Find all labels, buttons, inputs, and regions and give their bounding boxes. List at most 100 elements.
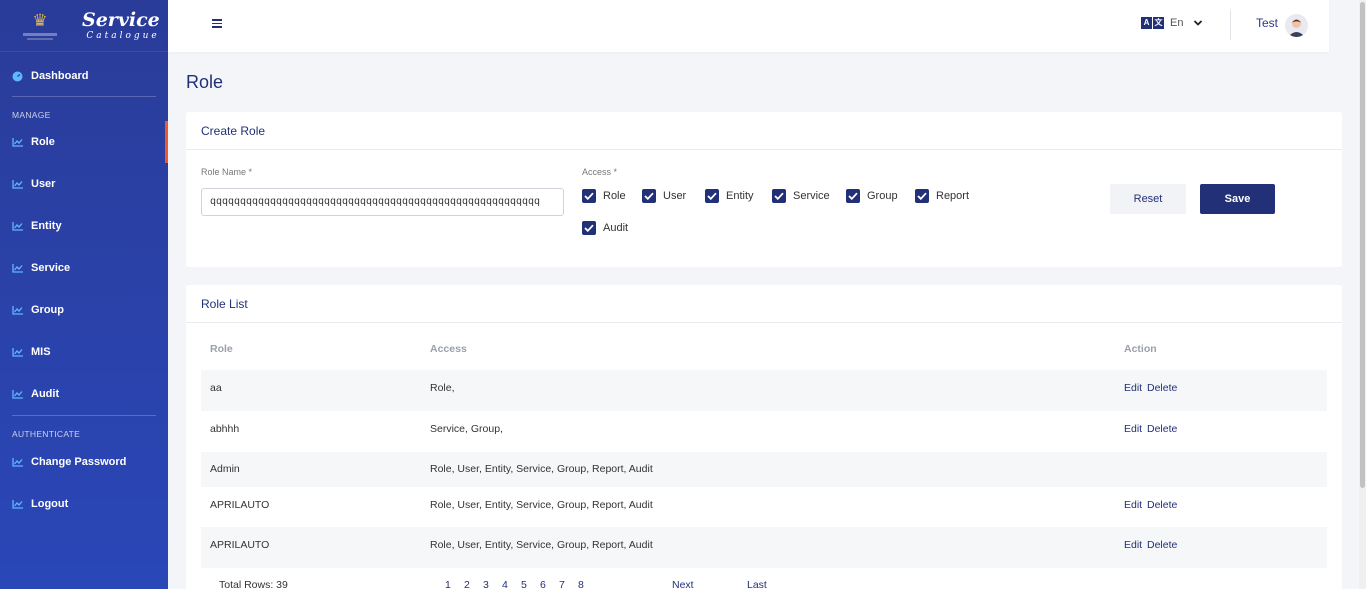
sidebar-item-label: Change Password bbox=[31, 456, 127, 468]
chart-icon bbox=[12, 179, 24, 189]
page-link-5[interactable]: 5 bbox=[521, 579, 527, 589]
page-scrollbar-thumb[interactable] bbox=[1360, 2, 1365, 488]
page-link-4[interactable]: 4 bbox=[502, 579, 508, 589]
checkbox-checked-icon bbox=[582, 221, 596, 235]
reset-button[interactable]: Reset bbox=[1110, 184, 1186, 214]
emblem-icon: ♛ bbox=[20, 8, 60, 44]
edit-link[interactable]: Edit bbox=[1124, 382, 1142, 394]
column-header-access[interactable]: Access bbox=[430, 343, 467, 355]
sidebar-item-label: Entity bbox=[31, 220, 62, 232]
sidebar-item-dashboard[interactable]: Dashboard bbox=[0, 61, 168, 91]
menu-toggle-icon[interactable] bbox=[212, 17, 226, 31]
avatar[interactable] bbox=[1285, 14, 1308, 37]
sidebar-divider bbox=[12, 96, 156, 97]
sidebar-item-label: Role bbox=[31, 136, 55, 148]
checkbox-checked-icon bbox=[915, 189, 929, 203]
sidebar-item-logout[interactable]: Logout bbox=[0, 489, 168, 519]
checkbox-label: Entity bbox=[726, 190, 754, 202]
role-name-input[interactable] bbox=[201, 188, 564, 216]
sidebar: ♛ Service Catalogue Dashboard MANAGE Rol… bbox=[0, 0, 168, 589]
access-checkbox-report[interactable]: Report bbox=[915, 189, 969, 203]
page-link-6[interactable]: 6 bbox=[540, 579, 546, 589]
role-name-label: Role Name * bbox=[201, 167, 253, 177]
chart-icon bbox=[12, 221, 24, 231]
checkbox-label: Audit bbox=[603, 222, 629, 234]
checkbox-label: Role bbox=[603, 190, 626, 202]
last-page-link[interactable]: Last bbox=[747, 579, 767, 589]
cell-access: Role, User, Entity, Service, Group, Repo… bbox=[430, 463, 653, 475]
card-heading: Role List bbox=[186, 285, 1342, 323]
cell-access: Service, Group, bbox=[430, 423, 503, 435]
table-row: aa Role, Edit Delete bbox=[201, 370, 1327, 411]
access-checkbox-user[interactable]: User bbox=[642, 189, 686, 203]
access-checkbox-service[interactable]: Service bbox=[772, 189, 830, 203]
checkbox-checked-icon bbox=[846, 189, 860, 203]
cell-access: Role, bbox=[430, 382, 455, 394]
checkbox-label: User bbox=[663, 190, 687, 202]
delete-link[interactable]: Delete bbox=[1147, 423, 1177, 435]
sidebar-item-mis[interactable]: MIS bbox=[0, 337, 168, 367]
cell-role: abhhh bbox=[210, 423, 240, 435]
access-checkbox-entity[interactable]: Entity bbox=[705, 189, 754, 203]
access-checkbox-audit[interactable]: Audit bbox=[582, 221, 628, 235]
cell-role: Admin bbox=[210, 463, 240, 475]
access-checkbox-group[interactable]: Group bbox=[846, 189, 898, 203]
brand-subtitle: Catalogue bbox=[86, 30, 160, 41]
section-label-authenticate: AUTHENTICATE bbox=[12, 429, 81, 439]
language-selector[interactable]: A文 En bbox=[1141, 17, 1203, 29]
card-heading: Create Role bbox=[186, 112, 1342, 150]
sidebar-item-service[interactable]: Service bbox=[0, 253, 168, 283]
delete-link[interactable]: Delete bbox=[1147, 382, 1177, 394]
access-checkbox-role[interactable]: Role bbox=[582, 189, 626, 203]
sidebar-item-label: User bbox=[31, 178, 56, 190]
chart-icon bbox=[12, 137, 24, 147]
checkbox-checked-icon bbox=[772, 189, 786, 203]
translate-icon: A文 bbox=[1141, 17, 1164, 29]
sidebar-item-label: Service bbox=[31, 262, 71, 274]
delete-link[interactable]: Delete bbox=[1147, 499, 1177, 511]
next-page-link[interactable]: Next bbox=[672, 579, 694, 589]
sidebar-item-label: Audit bbox=[31, 388, 60, 400]
sidebar-item-group[interactable]: Group bbox=[0, 295, 168, 325]
table-row: abhhh Service, Group, Edit Delete bbox=[201, 411, 1327, 452]
edit-link[interactable]: Edit bbox=[1124, 539, 1142, 551]
cell-role: APRILAUTO bbox=[210, 539, 270, 551]
column-header-role[interactable]: Role bbox=[210, 343, 233, 355]
delete-link[interactable]: Delete bbox=[1147, 539, 1177, 551]
topbar-divider bbox=[1230, 10, 1231, 40]
access-label: Access * bbox=[582, 167, 618, 177]
page-link-1[interactable]: 1 bbox=[445, 579, 451, 589]
checkbox-label: Group bbox=[867, 190, 898, 202]
edit-link[interactable]: Edit bbox=[1124, 423, 1142, 435]
role-list-card: Role List Role Access Action aa Role, Ed… bbox=[186, 285, 1342, 589]
table-row: APRILAUTO Role, User, Entity, Service, G… bbox=[201, 487, 1327, 527]
cell-access: Role, User, Entity, Service, Group, Repo… bbox=[430, 539, 653, 551]
page-link-3[interactable]: 3 bbox=[483, 579, 489, 589]
save-button[interactable]: Save bbox=[1200, 184, 1275, 214]
checkbox-label: Service bbox=[793, 190, 830, 202]
section-label-manage: MANAGE bbox=[12, 110, 51, 120]
chart-icon bbox=[12, 305, 24, 315]
sidebar-item-entity[interactable]: Entity bbox=[0, 211, 168, 241]
sidebar-item-role[interactable]: Role bbox=[0, 121, 168, 163]
page-link-7[interactable]: 7 bbox=[559, 579, 565, 589]
chart-icon bbox=[12, 263, 24, 273]
chart-icon bbox=[12, 389, 24, 399]
chart-icon bbox=[12, 457, 24, 467]
dashboard-icon bbox=[12, 71, 24, 81]
edit-link[interactable]: Edit bbox=[1124, 499, 1142, 511]
user-name[interactable]: Test bbox=[1256, 16, 1278, 30]
page-title: Role bbox=[186, 72, 224, 92]
checkbox-label: Report bbox=[936, 190, 970, 202]
checkbox-checked-icon bbox=[642, 189, 656, 203]
brand-logo[interactable]: ♛ Service Catalogue bbox=[0, 0, 168, 52]
table-row: APRILAUTO Role, User, Entity, Service, G… bbox=[201, 527, 1327, 568]
page-link-2[interactable]: 2 bbox=[464, 579, 470, 589]
create-role-card: Create Role Role Name * Access * Role Us… bbox=[186, 112, 1342, 267]
sidebar-item-user[interactable]: User bbox=[0, 169, 168, 199]
sidebar-item-label: MIS bbox=[31, 346, 51, 358]
brand-title: Service bbox=[82, 8, 160, 31]
sidebar-item-audit[interactable]: Audit bbox=[0, 379, 168, 409]
sidebar-item-change-password[interactable]: Change Password bbox=[0, 447, 168, 477]
page-link-8[interactable]: 8 bbox=[578, 579, 584, 589]
